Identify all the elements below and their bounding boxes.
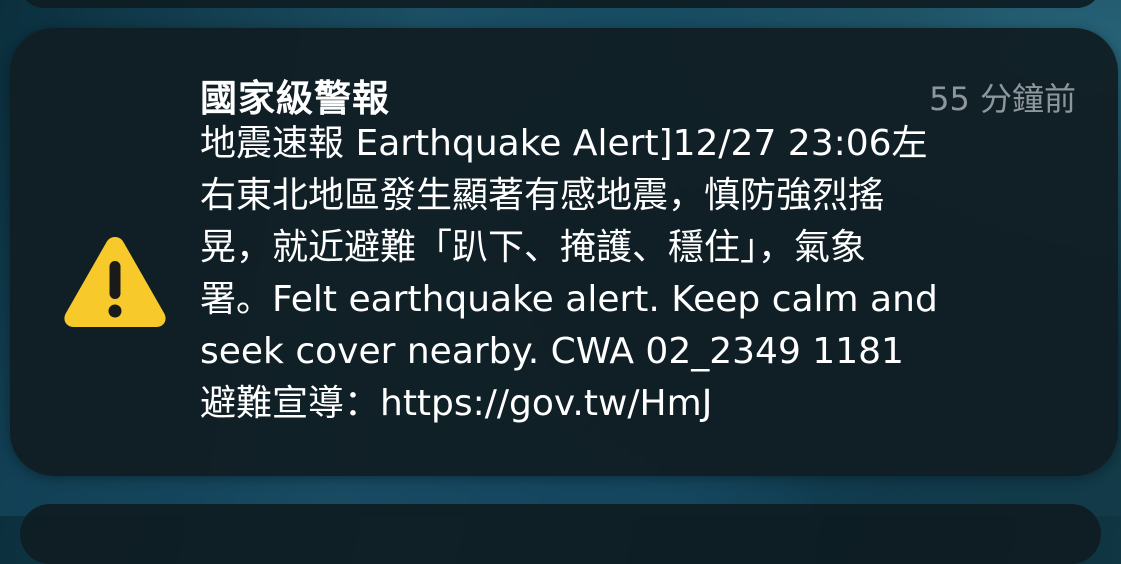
message-line-5: seek cover nearby. CWA 02_2349 1181 [200, 331, 904, 372]
message-line-2: 右東北地區發生顯著有感地震，慎防強烈搖 [200, 175, 885, 216]
alert-title: 國家級警報 [200, 77, 390, 120]
message-line-6: 避難宣導：https://gov.tw/HmJ [200, 383, 713, 424]
alert-message: 地震速報 Earthquake Alert]12/27 23:06左 右東北地區… [200, 118, 1070, 430]
message-line-1: 地震速報 Earthquake Alert]12/27 23:06左 [200, 123, 928, 164]
warning-triangle-icon [64, 237, 166, 327]
message-line-4: 署。Felt earthquake alert. Keep calm and [200, 279, 938, 320]
message-line-3: 晃，就近避難「趴下、掩護、穩住」，氣象 [200, 227, 867, 268]
previous-notification-card[interactable] [20, 0, 1101, 8]
emergency-alert-notification[interactable]: 國家級警報 55 分鐘前 地震速報 Earthquake Alert]12/27… [10, 28, 1118, 476]
next-notification-card[interactable] [20, 504, 1101, 564]
notification-timestamp: 55 分鐘前 [929, 80, 1076, 118]
